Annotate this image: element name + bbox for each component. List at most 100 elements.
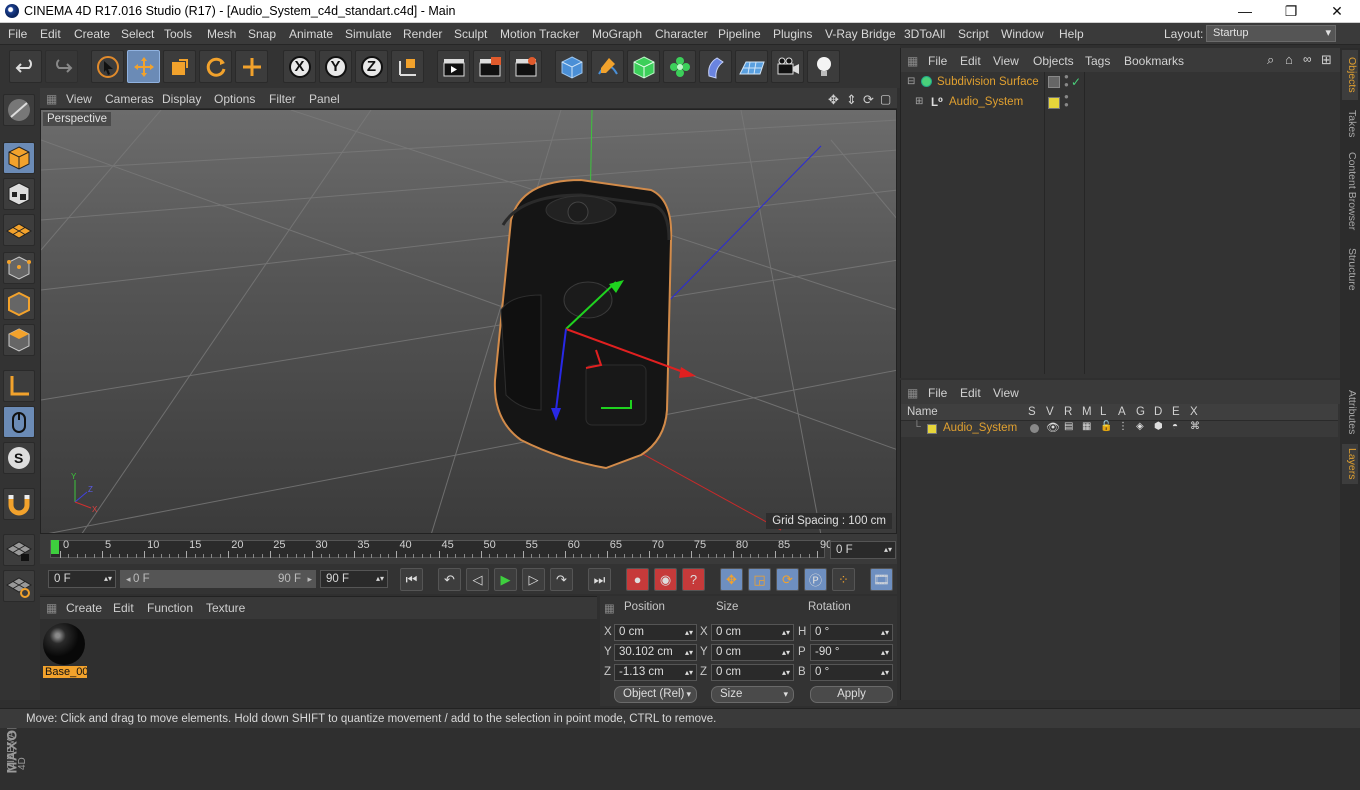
tab-takes[interactable]: Takes — [1342, 106, 1358, 142]
layer-assign-icon[interactable] — [1048, 76, 1060, 88]
expression-icon[interactable]: ◓ — [1172, 421, 1178, 432]
viewport-rotate-icon[interactable]: ⟳ — [863, 92, 874, 108]
solo-button[interactable]: S — [3, 442, 35, 474]
home-icon[interactable]: ⌂ — [1285, 52, 1293, 67]
tab-objects[interactable]: Objects — [1342, 50, 1358, 100]
menu-vray-bridge[interactable]: V-Ray Bridge — [825, 27, 896, 41]
z-axis-lock-button[interactable]: Z — [355, 50, 388, 83]
add-light-button[interactable] — [807, 50, 840, 83]
render-to-picture-viewer-button[interactable] — [473, 50, 506, 83]
timeline-ruler[interactable]: 0 5 10 15 20 25 30 35 40 45 50 55 60 65 70 75 80 85 90 0 F… — [40, 534, 897, 564]
apply-button[interactable]: Apply — [810, 686, 893, 703]
coordinate-system-button[interactable] — [391, 50, 424, 83]
start-frame-field[interactable]: 0 F ▴▾ — [48, 570, 116, 588]
polygons-mode-button[interactable] — [3, 324, 35, 356]
size-y-field[interactable]: 0 cm ▴▾ — [711, 644, 794, 661]
expand-plus-icon[interactable]: ⊞ — [915, 96, 923, 107]
layer-color-icon[interactable] — [1048, 97, 1060, 109]
next-key-button[interactable]: ↷ — [550, 568, 573, 591]
coordinate-mode-dropdown[interactable]: Object (Rel) ▾ — [614, 686, 697, 703]
play-button[interactable]: ▶ — [494, 568, 517, 591]
record-point-level-button[interactable]: ⁘ — [832, 568, 855, 591]
object-row-subdivision[interactable]: ⊟ Subdivision Surface ● ● ✓ — [901, 73, 1341, 92]
add-spline-pen-button[interactable] — [591, 50, 624, 83]
object-menu-view[interactable]: View — [993, 54, 1019, 68]
size-x-field[interactable]: 0 cm ▴▾ — [711, 624, 794, 641]
go-to-start-button[interactable]: ⏮ — [400, 568, 423, 591]
points-mode-button[interactable] — [3, 252, 35, 284]
previous-frame-button[interactable]: ◁ — [466, 568, 489, 591]
menu-animate[interactable]: Animate — [289, 27, 333, 41]
menu-select[interactable]: Select — [121, 27, 154, 41]
visibility-dots-icon[interactable]: ● ● — [1064, 93, 1069, 109]
x-axis-lock-button[interactable]: X — [283, 50, 316, 83]
model-mode-button[interactable] — [3, 142, 35, 174]
tab-attributes[interactable]: Attributes — [1342, 384, 1358, 440]
live-selection-button[interactable] — [91, 50, 124, 83]
timeline-playhead[interactable] — [51, 540, 59, 554]
next-frame-button[interactable]: ▷ — [522, 568, 545, 591]
menu-render[interactable]: Render — [403, 27, 442, 41]
texture-mode-button[interactable] — [3, 178, 35, 210]
add-floor-button[interactable] — [735, 50, 768, 83]
render-settings-button[interactable] — [509, 50, 542, 83]
tweak-mode-button[interactable] — [3, 406, 35, 438]
position-y-field[interactable]: 30.102 cm ▴▾ — [614, 644, 697, 661]
layer-color-swatch[interactable] — [927, 424, 937, 434]
object-menu-bookmarks[interactable]: Bookmarks — [1124, 54, 1184, 68]
menu-mesh[interactable]: Mesh — [207, 27, 236, 41]
previous-key-button[interactable]: ↶ — [438, 568, 461, 591]
layer-menu-file[interactable]: File — [928, 386, 947, 400]
object-menu-file[interactable]: File — [928, 54, 947, 68]
new-window-icon[interactable]: ⊞ — [1321, 52, 1332, 68]
record-scale-button[interactable]: ◲ — [748, 568, 771, 591]
layer-menu-edit[interactable]: Edit — [960, 386, 981, 400]
timeline-track[interactable] — [50, 540, 825, 558]
xref-icon[interactable]: ⌘ — [1190, 421, 1200, 432]
rotation-h-field[interactable]: 0 ° ▴▾ — [810, 624, 893, 641]
tab-structure[interactable]: Structure — [1342, 242, 1358, 296]
object-row-audio-system[interactable]: ⊞ L⁰ Audio_System ● ● — [901, 93, 1341, 112]
viewport-maximize-icon[interactable]: ▢ — [880, 92, 891, 106]
layer-menu-view[interactable]: View — [993, 386, 1019, 400]
size-mode-dropdown[interactable]: Size ▾ — [711, 686, 794, 703]
layout-dropdown[interactable]: Startup ▾ — [1206, 25, 1336, 42]
deformer-icon[interactable]: ⬢ — [1154, 421, 1163, 432]
size-z-field[interactable]: 0 cm ▴▾ — [711, 664, 794, 681]
object-menu-objects[interactable]: Objects — [1033, 54, 1074, 68]
viewport-zoom-icon[interactable]: ⇕ — [846, 92, 857, 108]
object-menu-tags[interactable]: Tags — [1085, 54, 1110, 68]
timeline-window-button[interactable]: 🎞 — [870, 568, 893, 591]
lock-icon[interactable]: 🔓 — [1100, 421, 1112, 432]
record-position-button[interactable]: ✥ — [720, 568, 743, 591]
snap-button[interactable] — [3, 488, 35, 520]
collapse-minus-icon[interactable]: ⊟ — [907, 76, 915, 87]
add-cube-button[interactable] — [555, 50, 588, 83]
menu-window[interactable]: Window — [1001, 27, 1044, 41]
undo-button[interactable] — [9, 50, 42, 83]
menu-file[interactable]: File — [8, 27, 27, 41]
scale-tool-button[interactable] — [163, 50, 196, 83]
menu-simulate[interactable]: Simulate — [345, 27, 392, 41]
material-menu-create[interactable]: Create — [66, 601, 102, 615]
tab-content-browser[interactable]: Content Browser — [1342, 146, 1358, 236]
add-deformer-button[interactable] — [699, 50, 732, 83]
record-active-objects-button[interactable]: ● — [626, 568, 649, 591]
rotation-p-field[interactable]: -90 ° ▴▾ — [810, 644, 893, 661]
material-menu-edit[interactable]: Edit — [113, 601, 134, 615]
current-frame-field[interactable]: 0 F ▴▾ — [830, 541, 896, 559]
layer-row-audio-system[interactable]: └ Audio_System 👁 ▤ ▦ 🔓 ⋮ ◈ ⬢ ◓ ⌘ — [901, 421, 1338, 437]
viewport-move-icon[interactable]: ✥ — [828, 92, 839, 108]
viewport-menu-view[interactable]: View — [66, 92, 92, 106]
viewport-menu-cameras[interactable]: Cameras — [105, 92, 154, 106]
menu-mograph[interactable]: MoGraph — [592, 27, 642, 41]
record-rotation-button[interactable]: ⟳ — [776, 568, 799, 591]
menu-create[interactable]: Create — [74, 27, 110, 41]
menu-edit[interactable]: Edit — [40, 27, 61, 41]
workplane-align-button[interactable] — [3, 570, 35, 602]
viewport-menu-options[interactable]: Options — [214, 92, 255, 106]
edges-mode-button[interactable] — [3, 288, 35, 320]
menu-snap[interactable]: Snap — [248, 27, 276, 41]
menu-tools[interactable]: Tools — [164, 27, 192, 41]
go-to-end-button[interactable]: ⏭ — [588, 568, 611, 591]
